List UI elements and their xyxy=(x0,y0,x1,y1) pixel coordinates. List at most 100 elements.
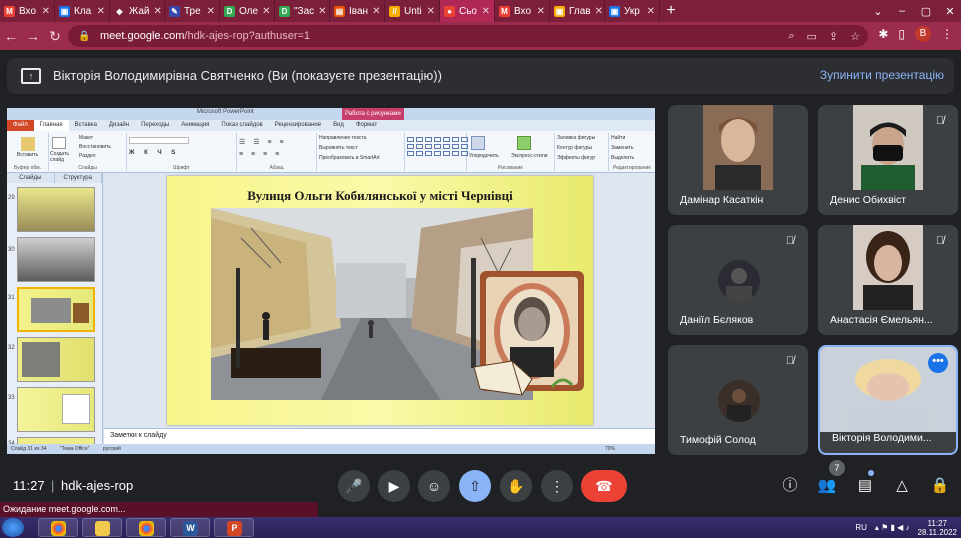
host-controls-icon[interactable]: 🔒 xyxy=(928,474,952,498)
taskbar-powerpoint[interactable]: P xyxy=(214,518,254,537)
taskbar-chrome-2[interactable] xyxy=(126,518,166,537)
align-text-button[interactable]: Выровнять текст xyxy=(319,145,402,151)
participant-tile[interactable]: 🎙̸ Денис Обихвіст xyxy=(818,105,958,215)
zoom-icon[interactable]: ⌕ xyxy=(788,30,794,43)
omnibox[interactable]: 🔒 meet.google.com/hdk-ajes-rop?authuser=… xyxy=(68,25,868,47)
people-icon[interactable]: 👥 xyxy=(815,474,839,498)
current-slide[interactable]: Вулиця Ольги Кобилянської у місті Чернів… xyxy=(167,176,593,425)
tab-close-icon[interactable]: ✕ xyxy=(154,6,162,17)
tab-outline[interactable]: Структура xyxy=(54,173,102,183)
browser-tab[interactable]: D Оле ✕ xyxy=(220,0,275,22)
font-name-select[interactable] xyxy=(129,137,189,144)
quick-styles-label[interactable]: Экспресс-стили xyxy=(511,153,548,159)
stop-presenting-button[interactable]: Зупинити презентацію xyxy=(820,68,944,82)
tab-close-icon[interactable]: ✕ xyxy=(647,6,655,17)
ppt-tab-insert[interactable]: Вставка xyxy=(69,120,103,131)
minimize-button[interactable]: – xyxy=(895,5,909,17)
participant-tile[interactable]: 🎙̸ Даніїл Бєляков xyxy=(668,225,808,335)
start-button[interactable] xyxy=(2,518,24,537)
tab-close-icon[interactable]: ✕ xyxy=(97,6,105,17)
paste-icon[interactable] xyxy=(20,137,35,151)
shape-fill-button[interactable]: Заливка фигуры xyxy=(557,135,606,141)
participant-tile[interactable]: 🎙̸ Тимофій Солод xyxy=(668,345,808,455)
smartart-button[interactable]: Преобразовать в SmartArt xyxy=(319,155,402,161)
ppt-tab-animation[interactable]: Анимация xyxy=(175,120,215,131)
leave-call-button[interactable]: ☎ xyxy=(581,470,627,502)
find-button[interactable]: Найти xyxy=(611,135,653,141)
tab-close-icon[interactable]: ✕ xyxy=(537,6,545,17)
participant-tile[interactable]: 🎙̸ Анастасія Ємельян... xyxy=(818,225,958,335)
text-direction-button[interactable]: Направление текста xyxy=(319,135,402,141)
participant-tile[interactable]: Дамінар Касаткін xyxy=(668,105,808,215)
ppt-tab-view[interactable]: Вид xyxy=(327,120,350,131)
more-options-button[interactable]: ⋮ xyxy=(541,470,573,502)
browser-tab[interactable]: D "Зас ✕ xyxy=(275,0,330,22)
tab-close-icon[interactable]: ✕ xyxy=(372,6,380,17)
taskbar-explorer[interactable] xyxy=(82,518,122,537)
browser-tab[interactable]: ▣ Кла ✕ xyxy=(55,0,110,22)
bookmark-star-icon[interactable]: ☆ xyxy=(850,30,860,43)
tray-icons[interactable]: ▴ ⚑ ▮ ◀ ♪ xyxy=(875,523,910,532)
reactions-button[interactable]: ☺ xyxy=(418,470,450,502)
lock-icon[interactable]: 🔒 xyxy=(78,31,92,42)
ppt-tab-design[interactable]: Дизайн xyxy=(103,120,135,131)
share-icon[interactable]: ⇪ xyxy=(829,30,838,43)
side-panel-icon[interactable]: ▯ xyxy=(898,27,905,41)
ppt-tab-transitions[interactable]: Переходы xyxy=(135,120,175,131)
back-icon[interactable]: ← xyxy=(0,28,22,44)
section-button[interactable]: Раздел xyxy=(79,153,96,159)
browser-tab[interactable]: ● Сьо ✕ xyxy=(440,0,495,22)
activities-icon[interactable]: △ xyxy=(890,474,914,498)
list-buttons[interactable]: ☰ ☰ ≡ ≡ xyxy=(239,138,314,146)
arrange-label[interactable]: Упорядочить xyxy=(469,153,499,159)
create-slide-label[interactable]: Создать слайд xyxy=(50,151,74,163)
maximize-button[interactable]: ▢ xyxy=(919,5,933,18)
ppt-tab-review[interactable]: Рецензирование xyxy=(269,120,327,131)
more-options-icon[interactable]: ••• xyxy=(928,353,948,373)
tab-close-icon[interactable]: ✕ xyxy=(42,6,50,17)
shape-effects-button[interactable]: Эффекты фигур xyxy=(557,155,606,161)
tab-close-icon[interactable]: ✕ xyxy=(482,6,490,17)
reset-button[interactable]: Восстановить xyxy=(79,144,111,150)
menu-dots-icon[interactable]: ⋮ xyxy=(941,27,953,41)
browser-tab[interactable]: // Unti ✕ xyxy=(385,0,440,22)
browser-tab[interactable]: M Вхо ✕ xyxy=(495,0,550,22)
clock[interactable]: 11:27 28.11.2022 xyxy=(918,519,957,537)
camera-button[interactable]: ▶ xyxy=(378,470,410,502)
browser-tab[interactable]: M Вхо ✕ xyxy=(0,0,55,22)
arrange-icon[interactable] xyxy=(471,136,485,150)
tab-search-icon[interactable]: ⌄ xyxy=(871,5,885,18)
select-button[interactable]: Выделить xyxy=(611,155,653,161)
ppt-tab-format[interactable]: Формат xyxy=(350,120,383,131)
info-icon[interactable]: ⓘ xyxy=(778,474,802,498)
tab-close-icon[interactable]: ✕ xyxy=(595,6,603,17)
tab-close-icon[interactable]: ✕ xyxy=(207,6,215,17)
shape-outline-button[interactable]: Контур фигуры xyxy=(557,145,606,151)
ppt-tab-slideshow[interactable]: Показ слайдов xyxy=(215,120,268,131)
camera-icon[interactable]: ▭ xyxy=(807,30,817,43)
slide-thumbnail[interactable] xyxy=(17,337,95,382)
ppt-tab-home[interactable]: Главная xyxy=(33,120,69,131)
font-format-buttons[interactable]: Ж К Ч S xyxy=(129,150,234,156)
extensions-icon[interactable]: ✱ xyxy=(878,27,888,41)
microphone-button[interactable]: 🎤 xyxy=(338,470,370,502)
layout-button[interactable]: Макет xyxy=(79,135,93,141)
raise-hand-button[interactable]: ✋ xyxy=(500,470,532,502)
tab-close-icon[interactable]: ✕ xyxy=(318,6,326,17)
paste-button-label[interactable]: Вставить xyxy=(9,152,46,158)
create-slide-icon[interactable] xyxy=(52,137,66,149)
slide-thumbnail[interactable] xyxy=(17,187,95,232)
close-window-button[interactable]: ✕ xyxy=(943,5,957,18)
profile-avatar[interactable]: B xyxy=(915,26,931,42)
ppt-tab-file[interactable]: Файл xyxy=(7,120,34,131)
tab-close-icon[interactable]: ✕ xyxy=(427,6,435,17)
browser-tab[interactable]: ▣ Укр ✕ xyxy=(605,0,660,22)
forward-icon[interactable]: → xyxy=(22,28,44,44)
shapes-grid[interactable] xyxy=(407,137,468,156)
chat-icon[interactable]: ▤ xyxy=(853,474,877,498)
present-button[interactable]: ⇧ xyxy=(459,470,491,502)
slide-thumbnail[interactable] xyxy=(17,387,95,432)
new-tab-button[interactable]: + xyxy=(660,0,682,22)
quick-styles-icon[interactable] xyxy=(517,136,531,150)
participant-tile-self[interactable]: ••• Вікторія Володими... xyxy=(818,345,958,455)
